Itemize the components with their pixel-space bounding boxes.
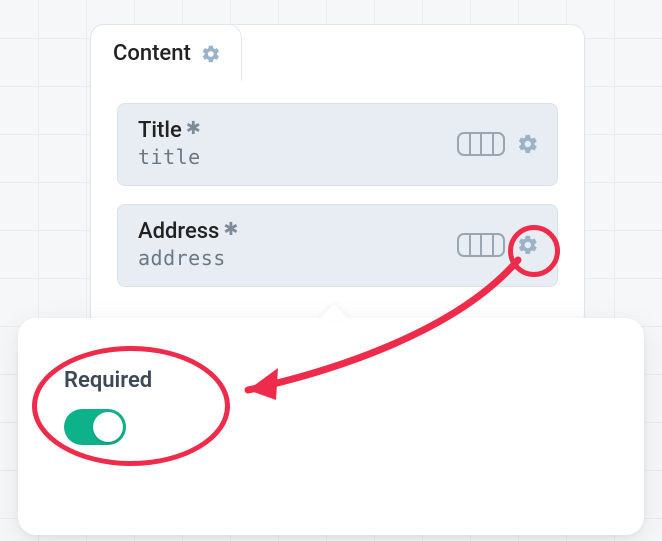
field-label-text: Address <box>138 219 219 244</box>
field-settings-button[interactable] <box>517 234 539 256</box>
field-info: Address ✱ address <box>138 219 238 270</box>
field-row-title[interactable]: Title ✱ title <box>117 103 558 186</box>
tab-content[interactable]: Content <box>90 24 242 81</box>
field-actions <box>457 233 539 257</box>
field-label: Address ✱ <box>138 219 238 244</box>
required-asterisk-icon: ✱ <box>186 120 201 138</box>
toggle-knob <box>93 412 123 442</box>
field-settings-button[interactable] <box>517 133 539 155</box>
grip-icon[interactable] <box>457 233 505 257</box>
tab-label: Content <box>113 41 191 66</box>
field-row-address[interactable]: Address ✱ address <box>117 204 558 287</box>
tab-strip: Content <box>90 24 242 81</box>
gear-icon[interactable] <box>201 44 221 64</box>
content-panel: Content Title ✱ title <box>90 24 585 328</box>
field-actions <box>457 132 539 156</box>
field-slug: address <box>138 246 238 270</box>
field-label-text: Title <box>138 118 182 143</box>
required-label: Required <box>64 368 598 393</box>
field-settings-popover: Required <box>18 318 644 535</box>
required-asterisk-icon: ✱ <box>223 221 238 239</box>
field-label: Title ✱ <box>138 118 201 143</box>
grip-icon[interactable] <box>457 132 505 156</box>
field-info: Title ✱ title <box>138 118 201 169</box>
field-slug: title <box>138 145 201 169</box>
required-toggle[interactable] <box>64 409 126 445</box>
